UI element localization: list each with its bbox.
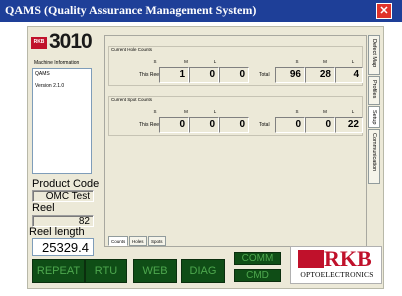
this-reel-label: This Reel (139, 122, 161, 128)
tab-counts[interactable]: Counts (108, 236, 129, 246)
hole-total-s: 96 (275, 67, 305, 83)
cmd-button[interactable]: CMD (234, 269, 281, 282)
window-title: QAMS (Quality Assurance Management Syste… (5, 3, 257, 17)
diag-button[interactable]: DIAG (181, 259, 225, 283)
col-header-m: M (184, 109, 188, 114)
hole-total-l: 4 (335, 67, 363, 83)
product-code-value: OMC Test (45, 191, 90, 202)
machine-info-list: QAMS Version 2.1.0 (32, 68, 92, 174)
reel-length-label: Reel length (29, 226, 85, 238)
rkb-brand-mark (298, 250, 324, 268)
tab-profiles-label: Profiles (371, 80, 377, 99)
spot-total-s: 0 (275, 117, 305, 133)
machine-info-line: Version 2.1.0 (35, 83, 65, 89)
col-header-l: L (351, 109, 355, 114)
spot-total-l: 22 (335, 117, 363, 133)
app-area: RKB 3010 Machine Information QAMS Versio… (27, 26, 384, 289)
spot-counts-title: Current Spot Counts (111, 97, 153, 102)
product-code-label: Product Code (32, 178, 100, 190)
machine-info-line: QAMS (35, 71, 50, 77)
col-header-s: S (295, 59, 299, 64)
col-header-m: M (323, 109, 327, 114)
hole-reel-m: 0 (189, 67, 219, 83)
web-button[interactable]: WEB (133, 259, 177, 283)
counts-panel: Current Hole Counts S M L This Reel 1 0 … (104, 35, 367, 247)
spot-reel-s: 0 (159, 117, 189, 133)
tab-communication-label: Communication (371, 133, 377, 172)
machine-info-label: Machine Information (34, 60, 80, 66)
hole-reel-l: 0 (219, 67, 249, 83)
tab-defect-map-label: Defect Map (371, 39, 377, 68)
brand-logo: RKB OPTOELECTRONICS (290, 246, 382, 284)
col-header-s: S (153, 59, 157, 64)
tab-setup[interactable]: Setup (368, 106, 380, 128)
col-header-m: M (184, 59, 188, 64)
logo-mark-text: RKB (33, 39, 45, 45)
spot-reel-m: 0 (189, 117, 219, 133)
rtu-button[interactable]: RTU (85, 259, 127, 283)
tab-defect-map[interactable]: Defect Map (368, 35, 380, 75)
tab-holes[interactable]: Holes (129, 236, 147, 246)
hole-reel-s: 1 (159, 67, 189, 83)
tab-setup-label: Setup (371, 110, 377, 125)
brand-subtitle: OPTOELECTRONICS (300, 270, 374, 279)
spot-total-m: 0 (305, 117, 335, 133)
close-icon: ✕ (379, 5, 389, 17)
col-header-s: S (153, 109, 157, 114)
col-header-l: L (213, 109, 217, 114)
brand-name: RKB (324, 246, 372, 271)
comm-button[interactable]: COMM (234, 252, 281, 265)
hole-total-m: 28 (305, 67, 335, 83)
product-code-field: OMC Test (32, 190, 94, 202)
hole-counts-title: Current Hole Counts (111, 47, 153, 52)
reel-length-value: 25329.4 (32, 238, 94, 256)
col-header-l: L (351, 59, 355, 64)
total-label: Total (259, 122, 270, 128)
spot-reel-l: 0 (219, 117, 249, 133)
reel-label: Reel (32, 202, 55, 214)
total-label: Total (259, 72, 270, 78)
close-button[interactable]: ✕ (376, 3, 392, 19)
tab-profiles[interactable]: Profiles (368, 76, 380, 105)
logo: RKB 3010 (31, 30, 101, 53)
repeat-button[interactable]: REPEAT (32, 259, 85, 283)
logo-model: 3010 (49, 30, 93, 53)
tab-communication[interactable]: Communication (368, 129, 380, 184)
col-header-m: M (323, 59, 327, 64)
this-reel-label: This Reel (139, 72, 161, 78)
col-header-l: L (213, 59, 217, 64)
tab-spots[interactable]: Spots (148, 236, 166, 246)
col-header-s: S (295, 109, 299, 114)
